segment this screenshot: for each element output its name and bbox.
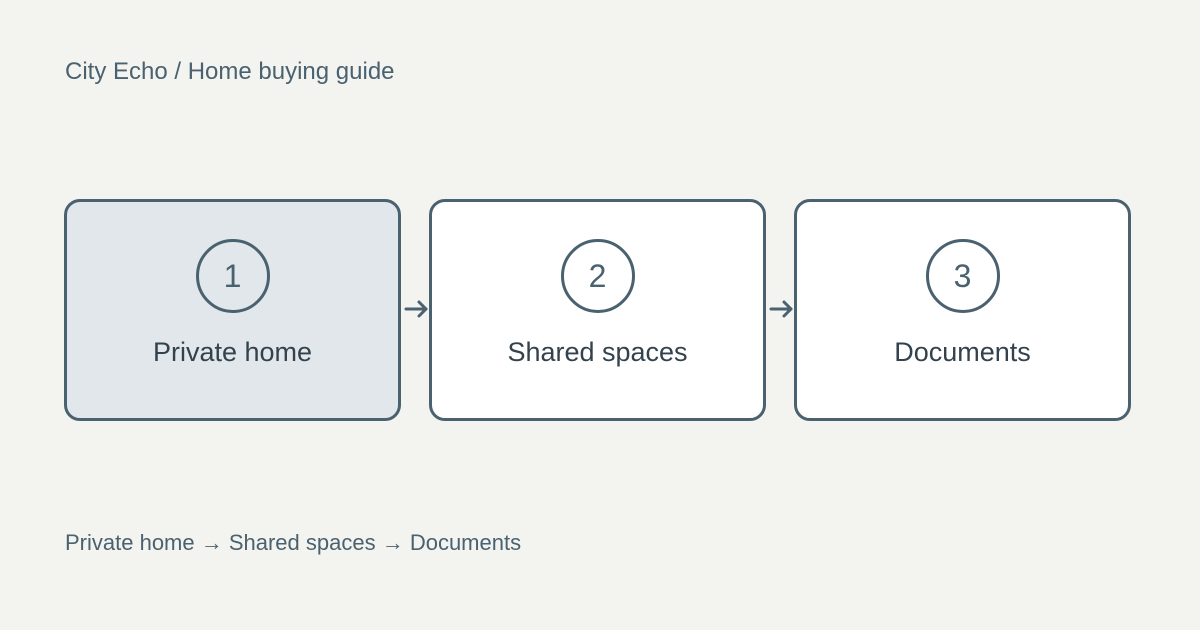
step-card-documents[interactable]: 3 Documents xyxy=(794,199,1131,421)
breadcrumb: City Echo / Home buying guide xyxy=(65,58,395,85)
step-number-badge: 2 xyxy=(560,239,635,313)
step-label: Private home xyxy=(152,337,313,367)
step-number-badge: 1 xyxy=(195,239,270,313)
step-card-shared-spaces[interactable]: 2 Shared spaces xyxy=(429,199,766,421)
steps-flow: 1 Private home 2 Shared spaces 3 Documen… xyxy=(64,199,1131,421)
arrow-right-icon xyxy=(769,300,793,318)
step-number-badge: 3 xyxy=(925,239,1000,313)
arrow-right-icon xyxy=(404,300,428,318)
step-card-private-home[interactable]: 1 Private home xyxy=(64,199,401,421)
flow-summary: Private home → Shared spaces → Documents xyxy=(65,530,522,555)
step-label: Documents xyxy=(894,337,1031,367)
step-label: Shared spaces xyxy=(507,337,688,367)
